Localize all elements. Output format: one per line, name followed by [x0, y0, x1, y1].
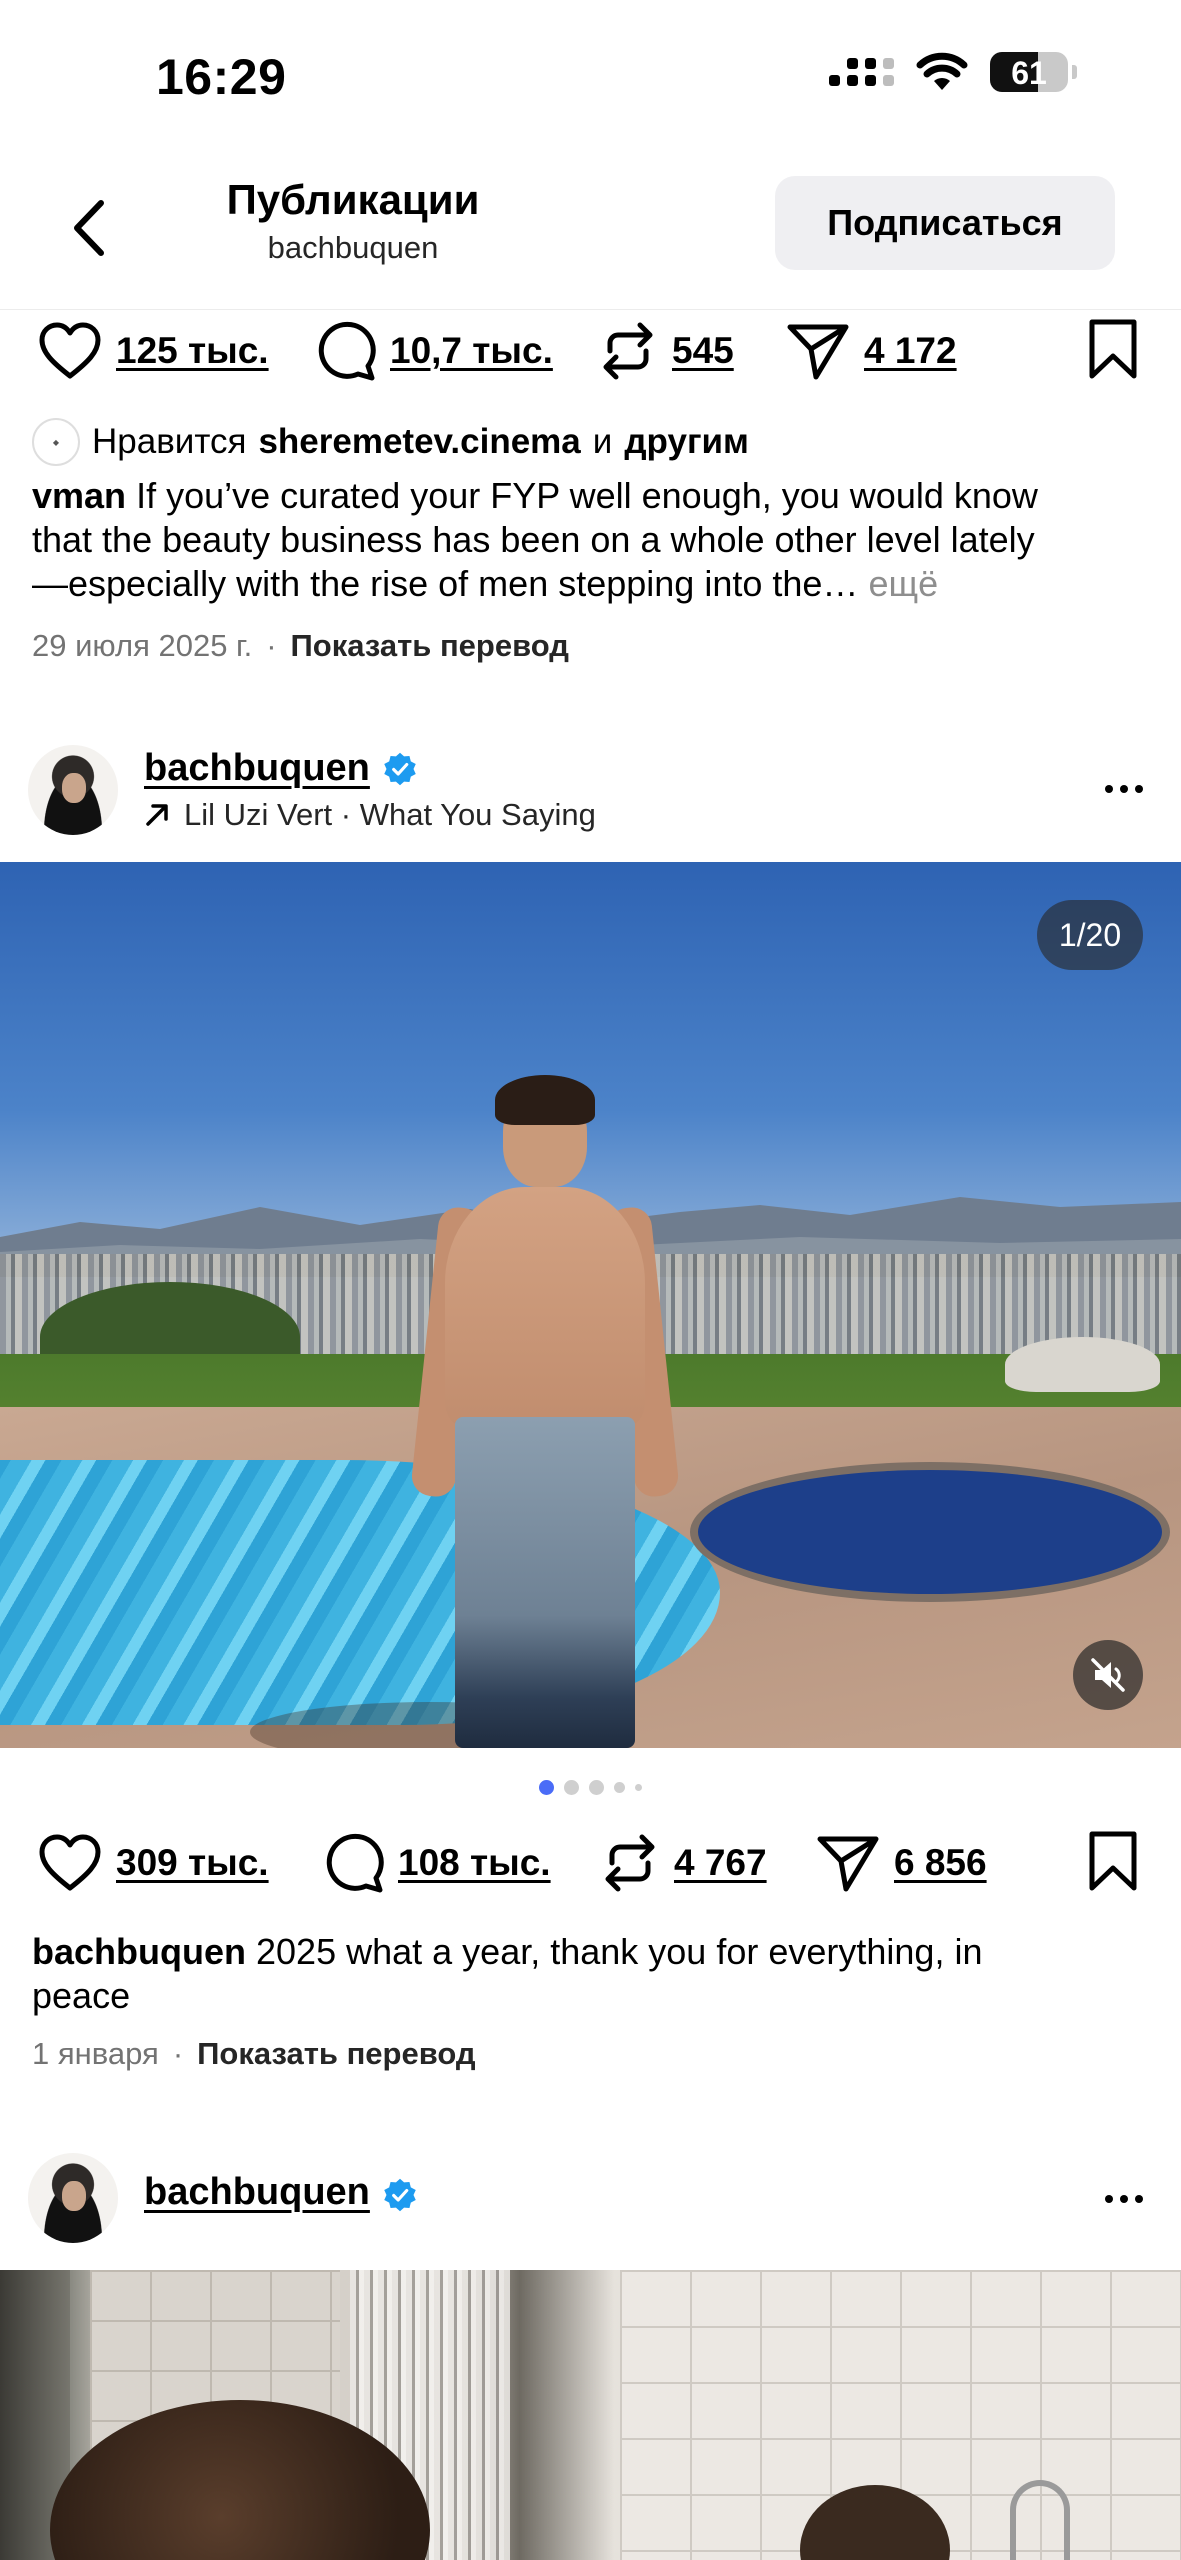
verified-badge-icon: [384, 752, 416, 786]
post-date: 1 января: [32, 2036, 159, 2071]
like-button[interactable]: 309 тыс.: [38, 1818, 269, 1908]
page-subtitle: bachbuquen: [267, 230, 439, 265]
share-icon: [787, 324, 849, 380]
comment-button[interactable]: 108 тыс.: [322, 1818, 551, 1908]
share-button[interactable]: 4 172: [786, 306, 957, 396]
repost-count[interactable]: 4 767: [674, 1842, 767, 1884]
like-button[interactable]: 125 тыс.: [38, 306, 269, 396]
carousel-dot: [564, 1780, 579, 1795]
caption-prev: vman If you’ve curated your FYP well eno…: [32, 474, 1152, 606]
music-track[interactable]: Lil Uzi Vert · What You Saying: [184, 797, 596, 833]
post-actions-main: 309 тыс. 108 тыс. 4 767 6 856: [0, 1818, 1181, 1908]
repost-icon: [605, 1834, 655, 1892]
liked-by-prefix: Нравится: [92, 422, 247, 461]
battery-icon: 61: [990, 52, 1068, 92]
speaker-muted-icon: [1091, 1658, 1125, 1692]
save-button[interactable]: [1087, 1830, 1139, 1897]
like-count[interactable]: 125 тыс.: [116, 330, 269, 372]
post-username[interactable]: bachbuquen: [144, 2171, 370, 2214]
meta-main: 1 января · Показать перевод: [32, 2036, 476, 2072]
share-count[interactable]: 6 856: [894, 1842, 987, 1884]
carousel-dot-active: [539, 1780, 554, 1795]
battery-level: 61: [1011, 55, 1047, 91]
post-date: 29 июля 2025 г.: [32, 628, 253, 663]
liked-by-and: и: [592, 422, 613, 461]
carousel-dot: [635, 1784, 642, 1791]
share-icon: [817, 1836, 879, 1892]
rock: [1005, 1337, 1160, 1392]
repost-button[interactable]: 4 767: [600, 1818, 767, 1908]
show-translation-link[interactable]: Показать перевод: [291, 628, 569, 664]
avatar[interactable]: [28, 745, 118, 835]
cellular-signal-icon: [829, 58, 894, 86]
caption-more-link[interactable]: ещё: [868, 563, 938, 604]
follow-button[interactable]: Подписаться: [775, 176, 1115, 270]
page-title: Публикации: [226, 176, 480, 223]
back-button[interactable]: [58, 188, 118, 268]
caption-main: bachbuquen 2025 what a year, thank you f…: [32, 1930, 1152, 2018]
post-username[interactable]: bachbuquen: [144, 747, 370, 790]
post-actions-prev: 125 тыс. 10,7 тыс. 545 4 172: [0, 306, 1181, 396]
liked-by-others[interactable]: другим: [624, 422, 749, 462]
media-counter: 1/20: [1037, 900, 1143, 970]
faucet: [1010, 2480, 1070, 2560]
caption-username[interactable]: bachbuquen: [32, 1931, 246, 1972]
bookmark-icon: [1089, 1831, 1137, 1891]
comment-count[interactable]: 108 тыс.: [398, 1842, 551, 1884]
music-attribution[interactable]: Lil Uzi Vert · What You Saying: [144, 797, 596, 833]
avatar[interactable]: [28, 2153, 118, 2243]
share-button[interactable]: 6 856: [816, 1818, 987, 1908]
mute-button[interactable]: [1073, 1640, 1143, 1710]
like-count[interactable]: 309 тыс.: [116, 1842, 269, 1884]
liked-by-user[interactable]: sheremetev.cinema: [258, 422, 580, 462]
bookmark-icon: [1089, 319, 1137, 379]
caption-text-line1: 2025 what a year, thank you for everythi…: [256, 1931, 983, 1972]
post-header-main: bachbuquen Lil Uzi Vert · What You Sayin…: [0, 735, 1181, 845]
chevron-left-icon: [74, 200, 104, 256]
status-bar: 16:29 61: [0, 0, 1181, 160]
status-icons: 61: [829, 52, 1077, 92]
repost-button[interactable]: 545: [598, 306, 734, 396]
verified-badge-icon: [384, 2178, 416, 2212]
carousel-indicator: [0, 1780, 1181, 1795]
more-options-button[interactable]: [1105, 2181, 1143, 2217]
arrow-up-right-icon: [146, 804, 168, 826]
save-button[interactable]: [1087, 318, 1139, 385]
comment-icon: [318, 321, 376, 381]
caption-text-line2: peace: [32, 1975, 131, 2016]
liked-by-line: ◆ Нравится sheremetev.cinema и другим: [32, 418, 749, 466]
post-media-next[interactable]: [0, 2270, 1181, 2560]
wifi-icon: [916, 52, 968, 90]
battery-cap: [1072, 65, 1077, 79]
show-translation-link[interactable]: Показать перевод: [197, 2036, 475, 2072]
repost-count[interactable]: 545: [672, 330, 734, 372]
caption-username[interactable]: vman: [32, 475, 126, 516]
liked-by-avatar[interactable]: ◆: [32, 418, 80, 466]
caption-text-line2: that the beauty business has been on a w…: [32, 519, 1035, 560]
meta-separator: ·: [266, 628, 277, 663]
comment-count[interactable]: 10,7 тыс.: [390, 330, 553, 372]
share-count[interactable]: 4 172: [864, 330, 957, 372]
status-time: 16:29: [156, 49, 287, 105]
caption-text-line1: If you’ve curated your FYP well enough, …: [136, 475, 1038, 516]
top-header: Публикации bachbuquen Подписаться: [0, 160, 1181, 310]
spa-pool: [690, 1462, 1170, 1602]
comment-button[interactable]: 10,7 тыс.: [314, 306, 553, 396]
carousel-dot: [614, 1782, 625, 1793]
post-media-carousel[interactable]: 1/20: [0, 862, 1181, 1748]
more-options-button[interactable]: [1105, 771, 1143, 807]
person-figure: [409, 1075, 681, 1748]
heart-icon: [39, 1834, 101, 1891]
post-header-next: bachbuquen: [0, 2143, 1181, 2253]
caption-text-line3: —especially with the rise of men steppin…: [32, 563, 859, 604]
meta-prev: 29 июля 2025 г. · Показать перевод: [32, 628, 569, 664]
repost-icon: [603, 322, 653, 380]
meta-separator: ·: [172, 2036, 184, 2071]
carousel-dot: [589, 1780, 604, 1795]
comment-icon: [326, 1833, 384, 1893]
heart-icon: [39, 322, 101, 379]
